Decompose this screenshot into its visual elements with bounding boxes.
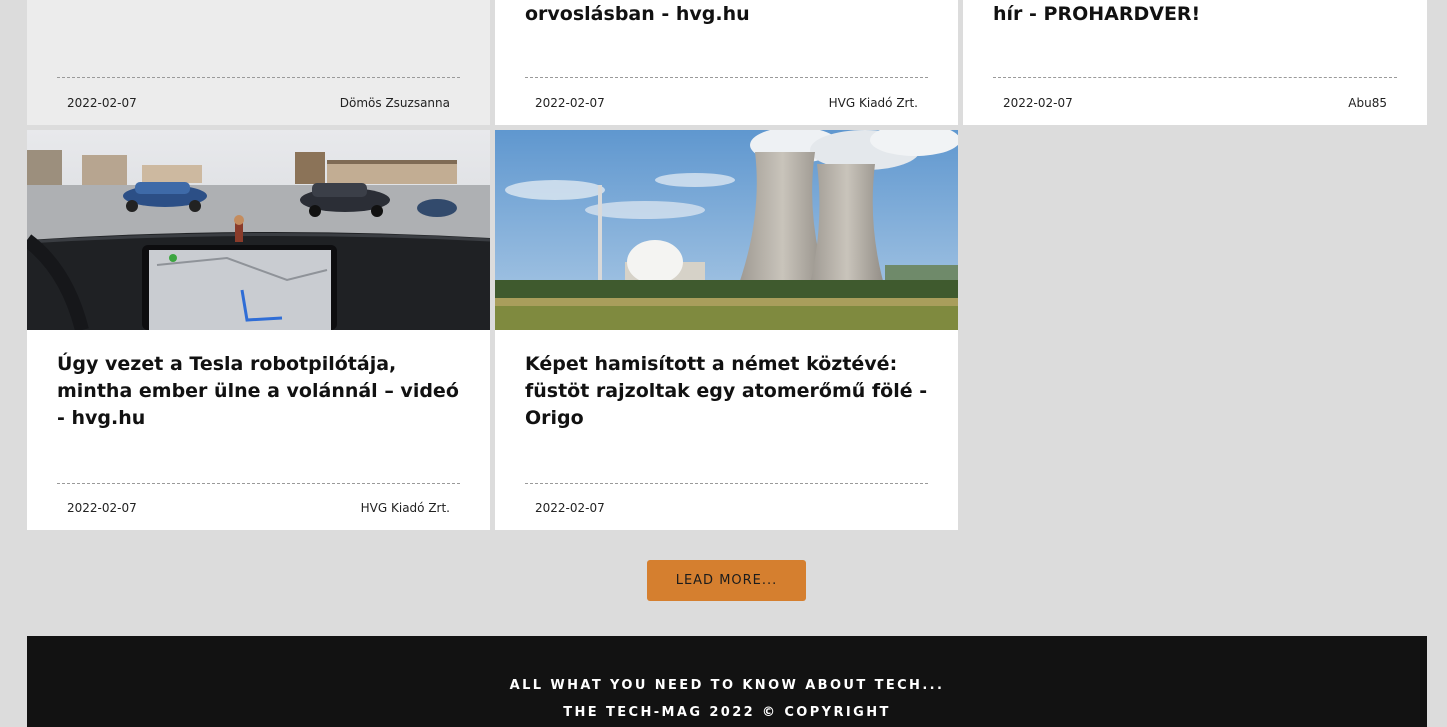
card-divider [993, 77, 1397, 78]
card-divider [57, 77, 460, 78]
load-more-button[interactable]: LEAD MORE... [647, 560, 806, 601]
card-title[interactable]: Képet hamisított a német köztévé: füstöt… [525, 351, 928, 432]
nuclear-plant-cooling-towers-image[interactable] [495, 130, 958, 330]
card-title[interactable]: orvoslásban - hvg.hu [525, 1, 928, 28]
footer-tagline: ALL WHAT YOU NEED TO KNOW ABOUT TECH... [509, 678, 945, 693]
article-card[interactable]: hír - PROHARDVER! 2022-02-07 Abu85 [963, 0, 1427, 125]
card-divider [525, 77, 928, 78]
card-date: 2022-02-07 [67, 501, 137, 515]
card-author: HVG Kiadó Zrt. [360, 501, 450, 515]
card-title[interactable]: Úgy vezet a Tesla robotpilótája, mintha … [57, 351, 460, 432]
card-date: 2022-02-07 [1003, 96, 1073, 110]
card-author: HVG Kiadó Zrt. [828, 96, 918, 110]
article-card[interactable]: 2022-02-07 Dömös Zsuzsanna [27, 0, 490, 125]
article-card[interactable]: Képet hamisított a német köztévé: füstöt… [495, 130, 958, 530]
article-card[interactable]: Úgy vezet a Tesla robotpilótája, mintha … [27, 130, 490, 530]
card-author: Dömös Zsuzsanna [339, 96, 450, 110]
card-date: 2022-02-07 [535, 501, 605, 515]
card-title[interactable]: hír - PROHARDVER! [993, 1, 1397, 28]
card-date: 2022-02-07 [67, 96, 137, 110]
footer-copyright: THE TECH-MAG 2022 © COPYRIGHT [563, 705, 891, 720]
card-divider [525, 483, 928, 484]
card-author: Abu85 [1348, 96, 1387, 110]
article-card[interactable]: orvoslásban - hvg.hu 2022-02-07 HVG Kiad… [495, 0, 958, 125]
footer: ALL WHAT YOU NEED TO KNOW ABOUT TECH... … [27, 636, 1427, 727]
tesla-autopilot-dashboard-image[interactable] [27, 130, 490, 330]
card-date: 2022-02-07 [535, 96, 605, 110]
card-divider [57, 483, 460, 484]
page: 2022-02-07 Dömös Zsuzsanna orvoslásban -… [0, 0, 1447, 727]
